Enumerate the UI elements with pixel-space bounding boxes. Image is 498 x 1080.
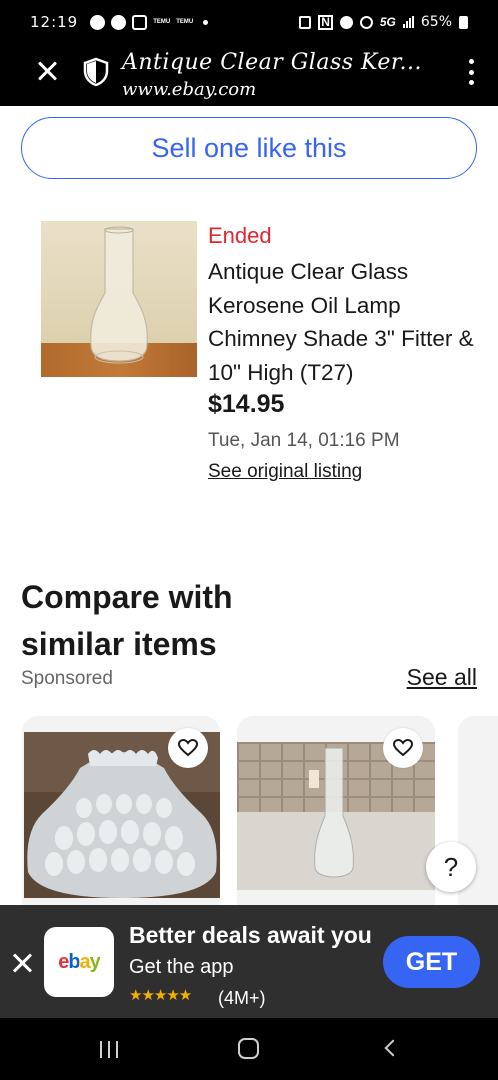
hotspot-icon [359, 15, 373, 29]
listing-title[interactable]: Antique Clear Glass Kerosene Oil Lamp Ch… [208, 255, 478, 389]
close-icon[interactable] [35, 59, 59, 83]
sell-one-like-this-button[interactable]: Sell one like this [21, 117, 477, 179]
nfc-icon: N [318, 14, 333, 30]
ebay-logo-text: ebay [58, 950, 101, 973]
see-all-link[interactable]: See all [407, 664, 477, 691]
status-right: N 5G 65% [299, 14, 468, 30]
status-bar: 12:19 TEMU TEMU N 5G 65% [0, 0, 498, 44]
ebay-logo: ebay [44, 927, 114, 997]
network-type: 5G [379, 15, 396, 29]
banner-headline: Better deals await you [129, 922, 372, 948]
status-time: 12:19 [30, 13, 79, 31]
see-original-listing-link[interactable]: See original listing [208, 461, 362, 483]
page-url[interactable]: www.ebay.com [122, 79, 256, 100]
banner-subtitle: Get the app [129, 956, 234, 978]
battery-percent: 65% [420, 14, 452, 30]
help-button[interactable]: ? [426, 842, 476, 892]
heart-icon [178, 739, 198, 757]
similar-item-card[interactable] [237, 716, 435, 916]
more-options-icon[interactable] [468, 59, 474, 85]
page-title: Antique Clear Glass Ker... [122, 50, 422, 75]
close-banner-icon[interactable] [11, 952, 33, 974]
rating-stars-icon: ★★★★★ [129, 987, 192, 1004]
messenger-icon [111, 14, 127, 30]
back-icon[interactable] [384, 1039, 402, 1057]
listing-status: Ended [208, 223, 272, 248]
listing-end-date: Tue, Jan 14, 01:16 PM [208, 430, 400, 451]
watch-heart-button[interactable] [383, 728, 423, 768]
lock-screen-icon [299, 15, 312, 29]
temu-notification-icon-2: TEMU [176, 19, 194, 25]
more-notifications-dot-icon [203, 19, 209, 25]
watch-heart-button[interactable] [168, 728, 208, 768]
recent-apps-icon[interactable] [100, 1041, 118, 1058]
facebook-icon [90, 14, 106, 30]
similar-item-card[interactable] [22, 716, 220, 916]
temu-notification-icon: TEMU [153, 19, 171, 25]
get-app-button[interactable]: GET [383, 936, 480, 988]
system-nav-bar [0, 1018, 498, 1080]
browser-header: Antique Clear Glass Ker... www.ebay.com [0, 44, 498, 106]
sponsored-label: Sponsored [21, 668, 113, 689]
alarm-icon [339, 15, 353, 29]
signal-icon [402, 16, 414, 28]
status-left: 12:19 TEMU TEMU [30, 13, 209, 31]
instagram-icon [132, 14, 148, 30]
home-icon[interactable] [238, 1038, 259, 1059]
battery-icon [459, 15, 468, 29]
shield-icon[interactable] [82, 57, 110, 87]
compare-section-title: Compare with similar items [21, 579, 233, 662]
listing-price: $14.95 [208, 390, 285, 418]
item-photo[interactable] [41, 221, 197, 377]
rating-count: (4M+) [218, 988, 266, 1008]
heart-icon [393, 739, 413, 757]
